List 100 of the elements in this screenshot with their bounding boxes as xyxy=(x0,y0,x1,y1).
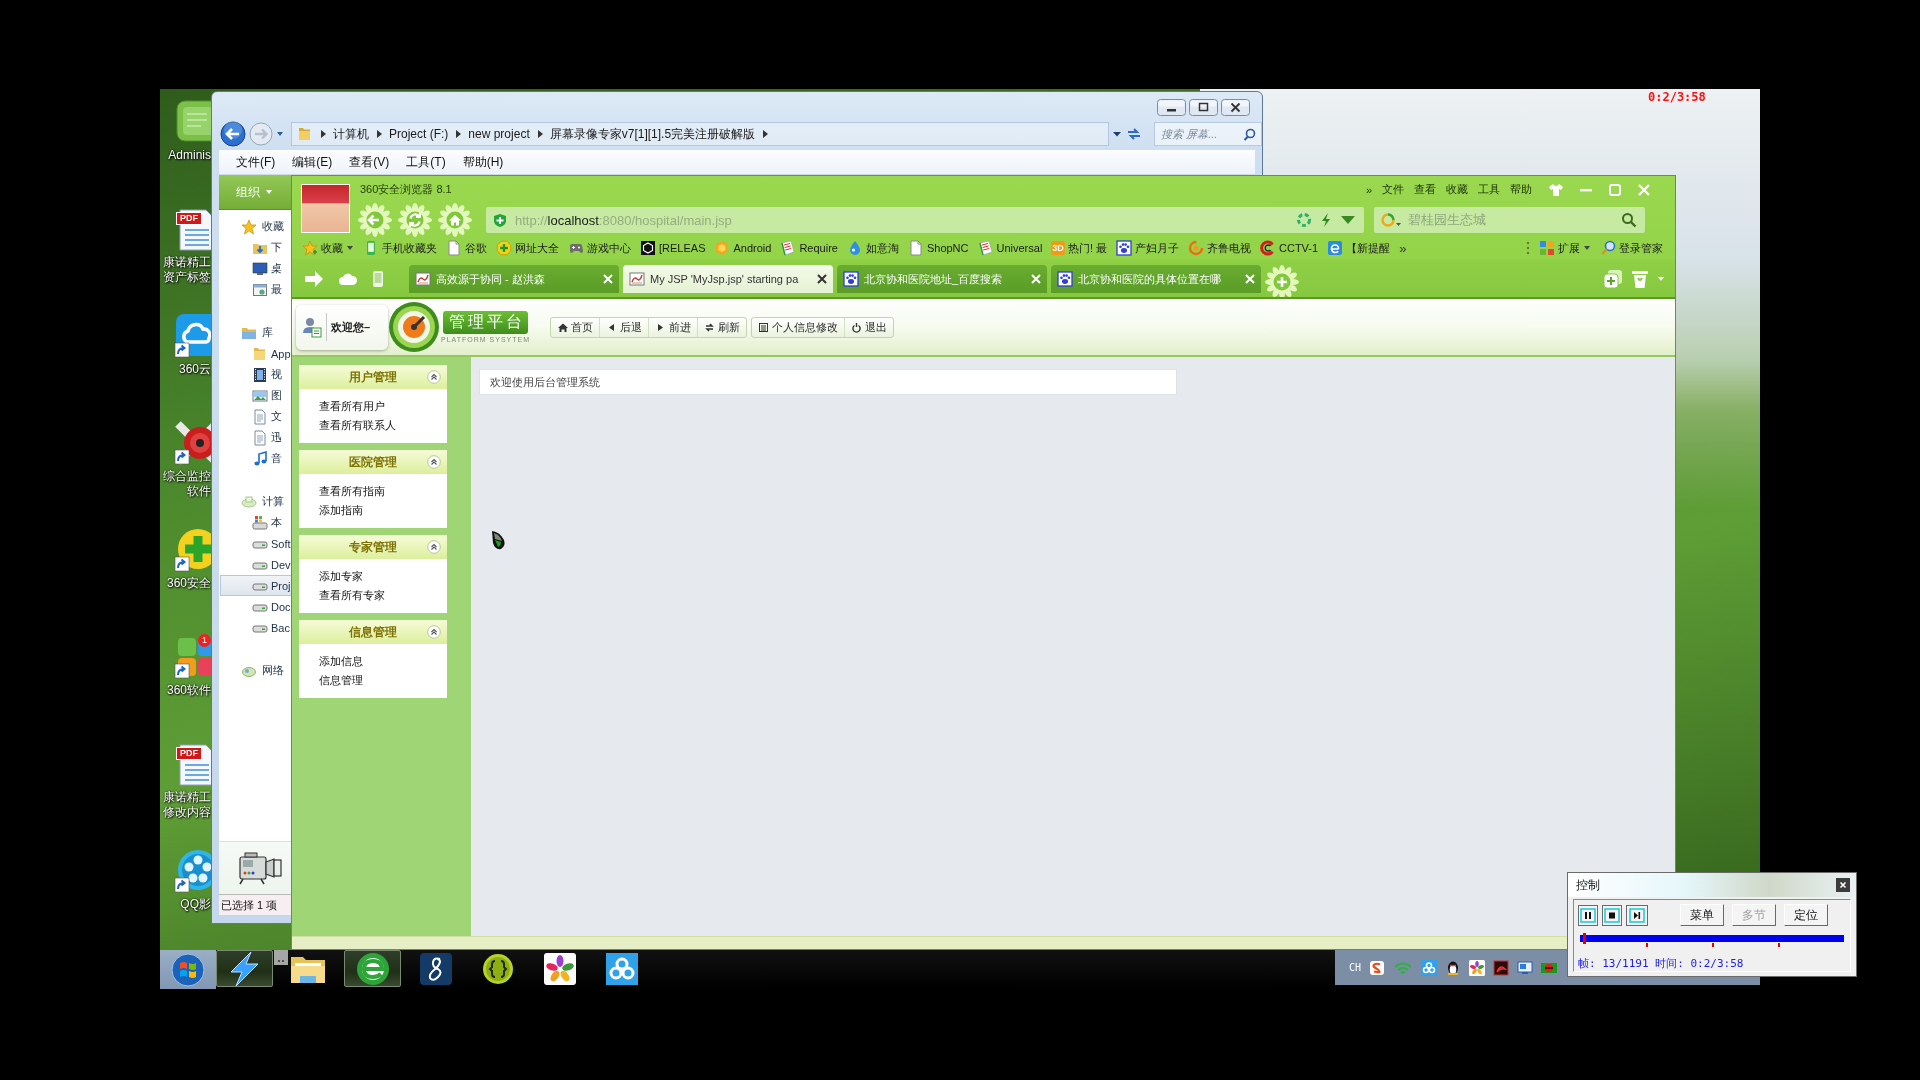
bookmark-link[interactable]: 网址大全 xyxy=(496,240,559,256)
menu-item[interactable]: 工具(T) xyxy=(406,154,446,171)
menu-item[interactable]: 文件 xyxy=(1382,182,1404,197)
swoosh-icon[interactable] xyxy=(1493,959,1510,976)
shortcut-label[interactable]: 360安全 xyxy=(166,576,211,591)
nav-button[interactable]: 刷新 xyxy=(698,317,746,337)
menu-link[interactable]: 查看所有用户 xyxy=(319,397,447,416)
nav-button[interactable]: 退出 xyxy=(845,317,893,337)
new-window-icon[interactable] xyxy=(1603,269,1623,289)
monitor-icon[interactable] xyxy=(1517,959,1534,976)
tree-item[interactable]: Bac xyxy=(220,617,292,638)
bookmark-link[interactable]: 收藏 xyxy=(302,240,354,256)
bookmark-link[interactable]: [RELEAS xyxy=(640,240,706,256)
tree-item[interactable]: App xyxy=(220,343,292,364)
nav-button[interactable]: 个人信息修改 xyxy=(752,317,845,337)
bookmark-link[interactable]: Universal xyxy=(977,240,1043,256)
bookmark-link[interactable]: Require xyxy=(780,240,838,256)
control-button[interactable]: 定位 xyxy=(1784,904,1828,926)
shortcut-label[interactable]: 康诺精工 资产标签 xyxy=(163,255,211,285)
cloud-icon[interactable] xyxy=(1421,959,1438,976)
start-button[interactable] xyxy=(160,950,216,989)
bookmark-link[interactable]: 产妇月子 xyxy=(1116,240,1179,256)
breadcrumb-item[interactable]: Project (F:) xyxy=(389,127,449,141)
tree-item[interactable]: 网络 xyxy=(220,660,292,681)
taskbar-button[interactable] xyxy=(344,950,401,987)
menu-link[interactable]: 查看所有指南 xyxy=(319,482,447,501)
tree-item[interactable]: Doc xyxy=(220,596,292,617)
menu-item[interactable]: 工具 xyxy=(1478,182,1500,197)
tree-item[interactable]: 最 xyxy=(220,279,292,300)
tree-item[interactable]: 视 xyxy=(220,364,292,385)
tree-item[interactable]: 计算 xyxy=(220,491,292,512)
avatar-photo[interactable] xyxy=(301,184,350,233)
tree-item[interactable]: Dev xyxy=(220,554,292,575)
menu-link[interactable]: 查看所有联系人 xyxy=(319,416,447,435)
address-bar[interactable]: 计算机 Project (F:) new project 屏幕录像专家v7[1][1].5完美注册破解版 xyxy=(291,122,1110,146)
position-marker[interactable] xyxy=(1582,933,1586,944)
menu-item[interactable]: 编辑(E) xyxy=(292,154,333,171)
menu-item[interactable]: 查看(V) xyxy=(349,154,390,171)
menu-group-header[interactable]: 医院管理 xyxy=(299,450,447,474)
search-icon[interactable] xyxy=(1621,212,1637,228)
nav-button[interactable]: 前进 xyxy=(649,317,698,337)
taskbar-button[interactable] xyxy=(216,950,273,987)
pause-icon[interactable] xyxy=(1578,904,1598,926)
shortcut-label[interactable]: QQ影 xyxy=(180,897,211,912)
bookmark-link[interactable]: 齐鲁电视 xyxy=(1188,240,1251,256)
bookmark-link[interactable]: ShopNC xyxy=(907,240,969,256)
login-button[interactable]: 登录管家 xyxy=(1600,240,1663,256)
menu-item[interactable]: 文件(F) xyxy=(236,154,276,171)
bookmark-link[interactable]: Android xyxy=(714,240,772,256)
extensions-button[interactable]: 扩展 xyxy=(1539,240,1591,256)
menu-item[interactable]: 帮助(H) xyxy=(462,154,504,171)
menu-link[interactable]: 信息管理 xyxy=(319,671,447,690)
bookmark-link[interactable]: CCTV-1 xyxy=(1260,240,1319,256)
tree-item[interactable]: Proj xyxy=(220,575,292,596)
nav-button[interactable]: 首页 xyxy=(551,317,600,337)
tree-item[interactable]: 文 xyxy=(220,406,292,427)
tree-item[interactable]: 图 xyxy=(220,385,292,406)
menu-more[interactable]: » xyxy=(1365,183,1372,196)
shortcut-label[interactable]: 综合监控 软件 xyxy=(163,469,211,499)
tree-item[interactable]: Soft xyxy=(220,533,292,554)
menu-item[interactable]: 收藏 xyxy=(1446,182,1468,197)
bookmark-link[interactable]: 3D 热门! 最 xyxy=(1051,240,1107,256)
menu-group-header[interactable]: 用户管理 xyxy=(299,365,447,389)
maximize-icon[interactable] xyxy=(1189,99,1218,116)
browser-tab[interactable]: My JSP 'MyJsp.jsp' starting pa xyxy=(623,265,833,293)
control-button[interactable]: 菜单 xyxy=(1680,904,1724,926)
bookmark-link[interactable]: 手机收藏夹 xyxy=(363,240,437,256)
nav-button[interactable]: 后退 xyxy=(600,317,649,337)
more-bookmarks[interactable]: » xyxy=(1399,240,1407,256)
menu-group-header[interactable]: 专家管理 xyxy=(299,535,447,559)
menu-item[interactable]: 查看 xyxy=(1414,182,1436,197)
shortcut-label[interactable]: Adminis xyxy=(168,148,211,163)
tree-item[interactable]: 音 xyxy=(220,448,292,469)
tree-item[interactable]: 迅 xyxy=(220,427,292,448)
menu-group-header[interactable]: 信息管理 xyxy=(299,620,447,644)
menu-link[interactable]: 添加指南 xyxy=(319,501,447,520)
menu-link[interactable]: 添加专家 xyxy=(319,567,447,586)
bookmark-link[interactable]: 谷歌 xyxy=(446,240,487,256)
pinwheel-icon[interactable] xyxy=(1469,959,1486,976)
tree-item[interactable]: 本 xyxy=(220,512,292,533)
menu-link[interactable]: 查看所有专家 xyxy=(319,586,447,605)
add-tab-button[interactable] xyxy=(1265,265,1299,299)
bookmark-link[interactable]: 如意淘 xyxy=(846,240,899,256)
s-logo-icon[interactable] xyxy=(1369,959,1386,976)
bookmark-link[interactable]: 【新提醒 xyxy=(1327,240,1391,256)
minimize-icon[interactable] xyxy=(1157,99,1186,116)
tree-item[interactable]: 收藏 xyxy=(220,216,292,237)
breadcrumb-item[interactable]: new project xyxy=(468,127,530,141)
tree-item[interactable]: 下 xyxy=(220,237,292,258)
tree-item[interactable]: 库 xyxy=(220,322,292,343)
close-icon[interactable] xyxy=(817,274,827,284)
bookmark-link[interactable]: 游戏中心 xyxy=(568,240,631,256)
back-icon[interactable] xyxy=(220,121,246,147)
menu-link[interactable]: 添加信息 xyxy=(319,652,447,671)
tree-item[interactable]: 桌 xyxy=(220,258,292,279)
skip-forward-icon[interactable] xyxy=(1626,904,1648,926)
close-icon[interactable] xyxy=(1221,99,1250,116)
stop-icon[interactable] xyxy=(1602,904,1622,926)
breadcrumb-item[interactable]: 计算机 xyxy=(333,125,369,143)
breadcrumb-item[interactable]: 屏幕录像专家v7[1][1].5完美注册破解版 xyxy=(549,125,756,143)
